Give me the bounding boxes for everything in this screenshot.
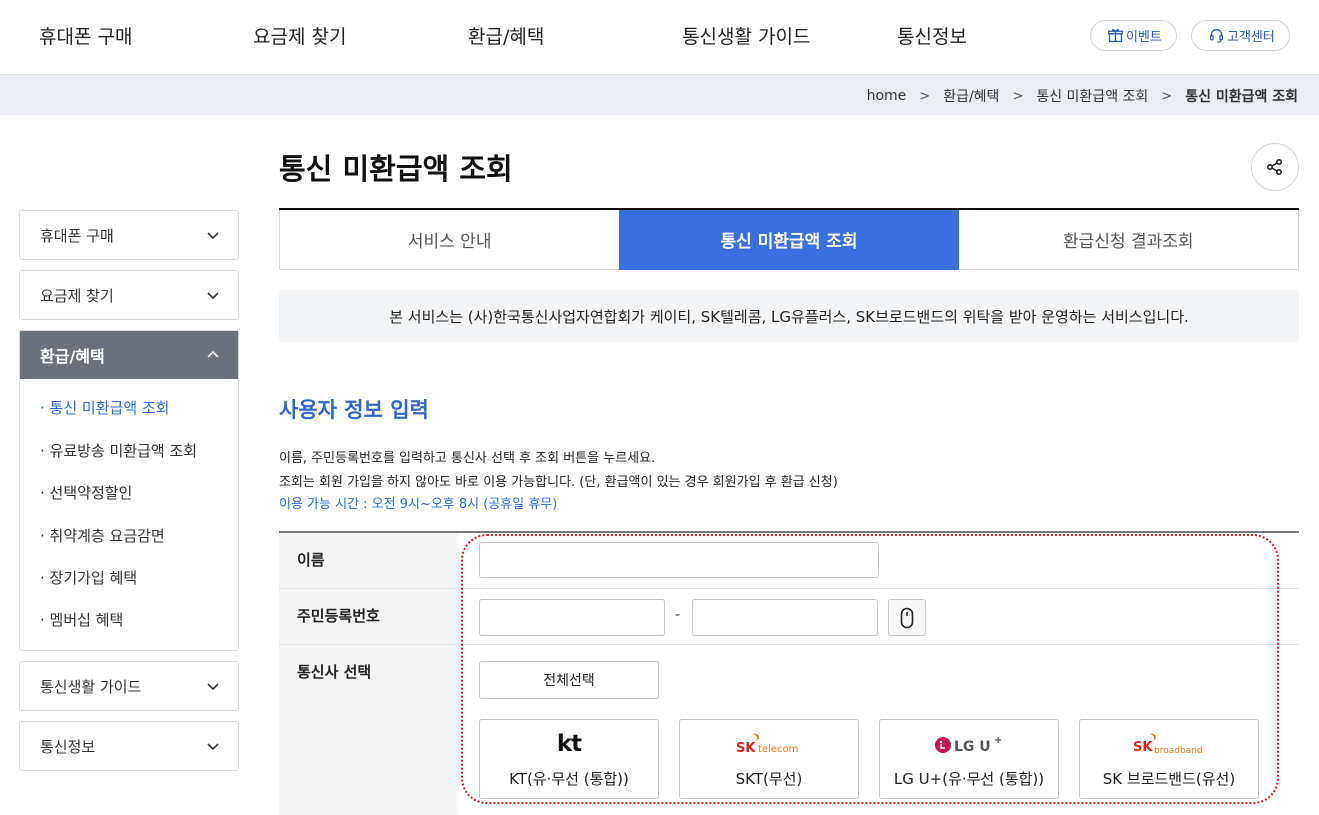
sk-broadband-logo: SK broadband [1080, 732, 1258, 756]
nav-plan-search[interactable]: 요금제 찾기 [253, 22, 346, 49]
service-hours: 이용 가능 시간 : 오전 9시~오후 8시 (공휴일 휴무) [279, 497, 558, 512]
sidebar-sub-contract-discount[interactable]: · 선택약정할인 [40, 482, 132, 503]
sk-telecom-logo: SK telecom [680, 732, 858, 756]
service-notice: 본 서비스는 (사)한국통신사업자연합회가 케이티, SK텔레콤, LG유플러스… [279, 290, 1299, 342]
rrn-front-input[interactable] [479, 599, 665, 636]
nav-telecom-info[interactable]: 통신정보 [897, 22, 967, 49]
sidebar-sub-label: 취약계층 요금감면 [49, 527, 165, 545]
tab-unrefunded-lookup[interactable]: 통신 미환급액 조회 [619, 210, 959, 270]
event-label: 이벤트 [1126, 30, 1162, 45]
breadcrumb-unrefunded[interactable]: 통신 미환급액 조회 [1036, 86, 1148, 106]
lg-uplus-logo: LG U + [880, 732, 1058, 756]
breadcrumb-current: 통신 미환급액 조회 [1185, 89, 1298, 105]
carrier-label: SK 브로드밴드(유선) [1102, 770, 1236, 788]
chevron-up-icon [207, 350, 219, 358]
sidebar-item-label: 환급/혜택 [40, 347, 105, 366]
sidebar-sub-vulnerable-discount[interactable]: · 취약계층 요금감면 [40, 525, 165, 546]
sidebar-sub-membership[interactable]: · 멤버십 혜택 [40, 609, 123, 630]
select-all-button[interactable]: 전체선택 [479, 661, 659, 699]
chevron-right-icon: > [1012, 88, 1024, 104]
svg-text:SK: SK [736, 741, 756, 756]
carrier-label: 통신사 선택 [279, 645, 459, 815]
kt-logo: kt [556, 731, 582, 757]
instruction-text: 이름, 주민등록번호를 입력하고 통신사 선택 후 조회 버튼을 누르세요. [279, 451, 656, 466]
share-button[interactable] [1251, 143, 1299, 191]
sidebar-sub-long-term[interactable]: · 장기가입 혜택 [40, 567, 137, 588]
carrier-label: KT(유·무선 (통합)) [509, 770, 629, 788]
sidebar-item-label: 요금제 찾기 [40, 286, 114, 305]
carrier-label: SKT(무선) [735, 770, 803, 788]
svg-text:LG U: LG U [954, 739, 991, 755]
instruction-note: 조회는 회원 가입을 하지 않아도 바로 이용 가능합니다. (단, 환급액이 … [279, 475, 838, 490]
rrn-back-input[interactable] [692, 599, 878, 636]
nav-telecom-guide[interactable]: 통신생활 가이드 [682, 22, 810, 49]
sidebar-sub-label: 유료방송 미환급액 조회 [49, 442, 198, 460]
sidebar-item-refund-benefit[interactable]: 환급/혜택 [20, 331, 238, 379]
mouse-icon [900, 607, 914, 629]
sidebar-item-phone-purchase[interactable]: 휴대폰 구매 [19, 210, 239, 260]
share-icon [1266, 158, 1284, 176]
chevron-down-icon [207, 232, 219, 240]
svg-text:telecom: telecom [758, 744, 798, 755]
tab-refund-result[interactable]: 환급신청 결과조회 [958, 210, 1299, 270]
carrier-label: LG U+(유·무선 (통합)) [893, 770, 1045, 788]
gift-icon [1107, 27, 1126, 44]
breadcrumb-home[interactable]: home [867, 88, 907, 104]
breadcrumb: home > 환급/혜택 > 통신 미환급액 조회 > 통신 미환급액 조회 [867, 86, 1298, 106]
sidebar-item-label: 휴대폰 구매 [40, 226, 114, 245]
sidebar-sub-label: 선택약정할인 [49, 484, 133, 502]
rrn-label: 주민등록번호 [279, 589, 459, 644]
name-input[interactable] [479, 542, 879, 578]
carrier-skt-button[interactable]: SK telecom SKT(무선) [679, 719, 859, 799]
breadcrumb-refund[interactable]: 환급/혜택 [943, 86, 999, 106]
carrier-lgu-button[interactable]: LG U + LG U+(유·무선 (통합)) [879, 719, 1059, 799]
chevron-down-icon [207, 292, 219, 300]
tab-service-guide[interactable]: 서비스 안내 [279, 210, 620, 270]
sidebar-sub-label: 장기가입 혜택 [49, 569, 138, 587]
nav-phone-purchase[interactable]: 휴대폰 구매 [39, 22, 132, 49]
sidebar-item-telecom-info[interactable]: 통신정보 [19, 721, 239, 771]
sidebar-sub-label: 멤버십 혜택 [49, 611, 124, 629]
sidebar-item-label: 통신정보 [40, 737, 96, 756]
tab-bar: 서비스 안내 통신 미환급액 조회 환급신청 결과조회 [279, 208, 1299, 270]
sidebar-item-label: 통신생활 가이드 [40, 677, 142, 696]
sidebar-section-refund: 환급/혜택 · 통신 미환급액 조회 · 유료방송 미환급액 조회 · 선택약정… [19, 330, 239, 651]
svg-text:broadband: broadband [1154, 746, 1203, 756]
breadcrumb-bar: home > 환급/혜택 > 통신 미환급액 조회 > 통신 미환급액 조회 [0, 75, 1319, 115]
carrier-kt-button[interactable]: kt KT(유·무선 (통합)) [479, 719, 659, 799]
customer-center-label: 고객센터 [1227, 30, 1275, 45]
name-label: 이름 [279, 533, 459, 588]
sidebar-item-telecom-guide[interactable]: 통신생활 가이드 [19, 661, 239, 711]
rrn-separator: - [675, 607, 681, 623]
sidebar-item-plan-search[interactable]: 요금제 찾기 [19, 270, 239, 320]
page-title: 통신 미환급액 조회 [279, 152, 513, 186]
chevron-down-icon [207, 683, 219, 691]
event-button[interactable]: 이벤트 [1090, 20, 1177, 51]
customer-center-button[interactable]: 고객센터 [1191, 20, 1290, 51]
carrier-skb-button[interactable]: SK broadband SK 브로드밴드(유선) [1079, 719, 1259, 799]
chevron-down-icon [207, 743, 219, 751]
svg-text:SK: SK [1133, 740, 1153, 755]
chevron-right-icon: > [919, 88, 931, 104]
sidebar-sub-paytv-unrefunded[interactable]: · 유료방송 미환급액 조회 [40, 440, 197, 461]
security-keypad-button[interactable] [888, 599, 926, 636]
headset-icon [1208, 27, 1227, 44]
sidebar-sub-label: 통신 미환급액 조회 [49, 399, 170, 417]
svg-text:+: + [994, 735, 1002, 746]
chevron-right-icon: > [1161, 88, 1173, 104]
section-title: 사용자 정보 입력 [279, 398, 429, 422]
top-navigation: 휴대폰 구매 요금제 찾기 환급/혜택 통신생활 가이드 통신정보 이벤트 고객… [0, 0, 1319, 75]
sidebar-sub-unrefunded[interactable]: · 통신 미환급액 조회 [40, 397, 169, 418]
nav-refund-benefit[interactable]: 환급/혜택 [468, 22, 544, 49]
